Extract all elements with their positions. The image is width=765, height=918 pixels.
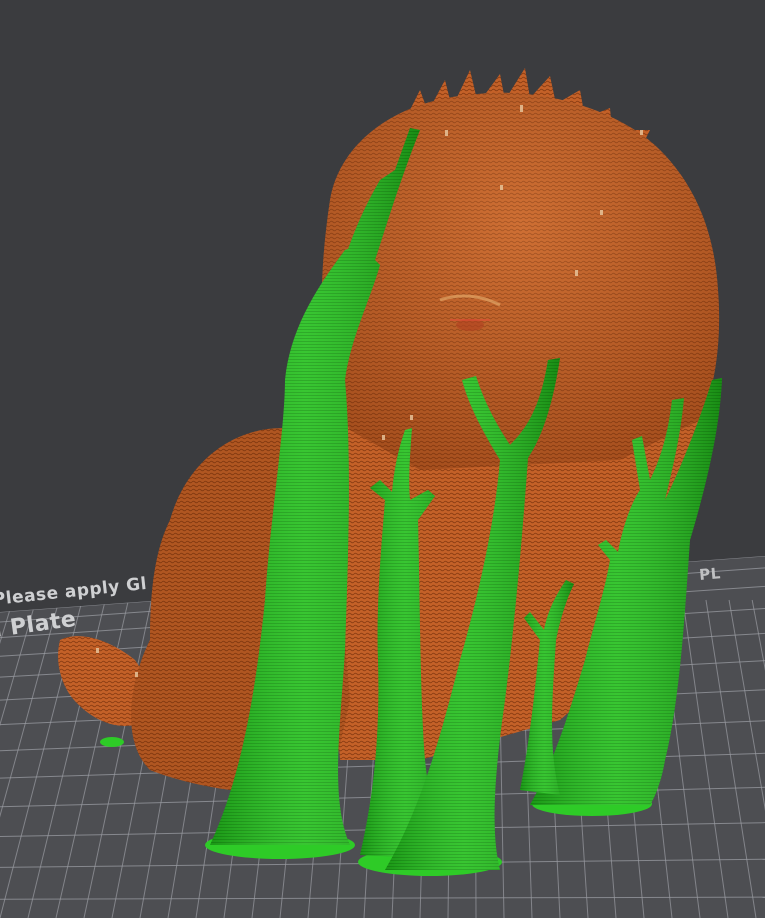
3d-viewport[interactable]: Please apply Gl l Plate PL xyxy=(0,0,765,918)
viewport-scene xyxy=(0,68,765,918)
plate-name-label-right: PL xyxy=(698,564,722,584)
